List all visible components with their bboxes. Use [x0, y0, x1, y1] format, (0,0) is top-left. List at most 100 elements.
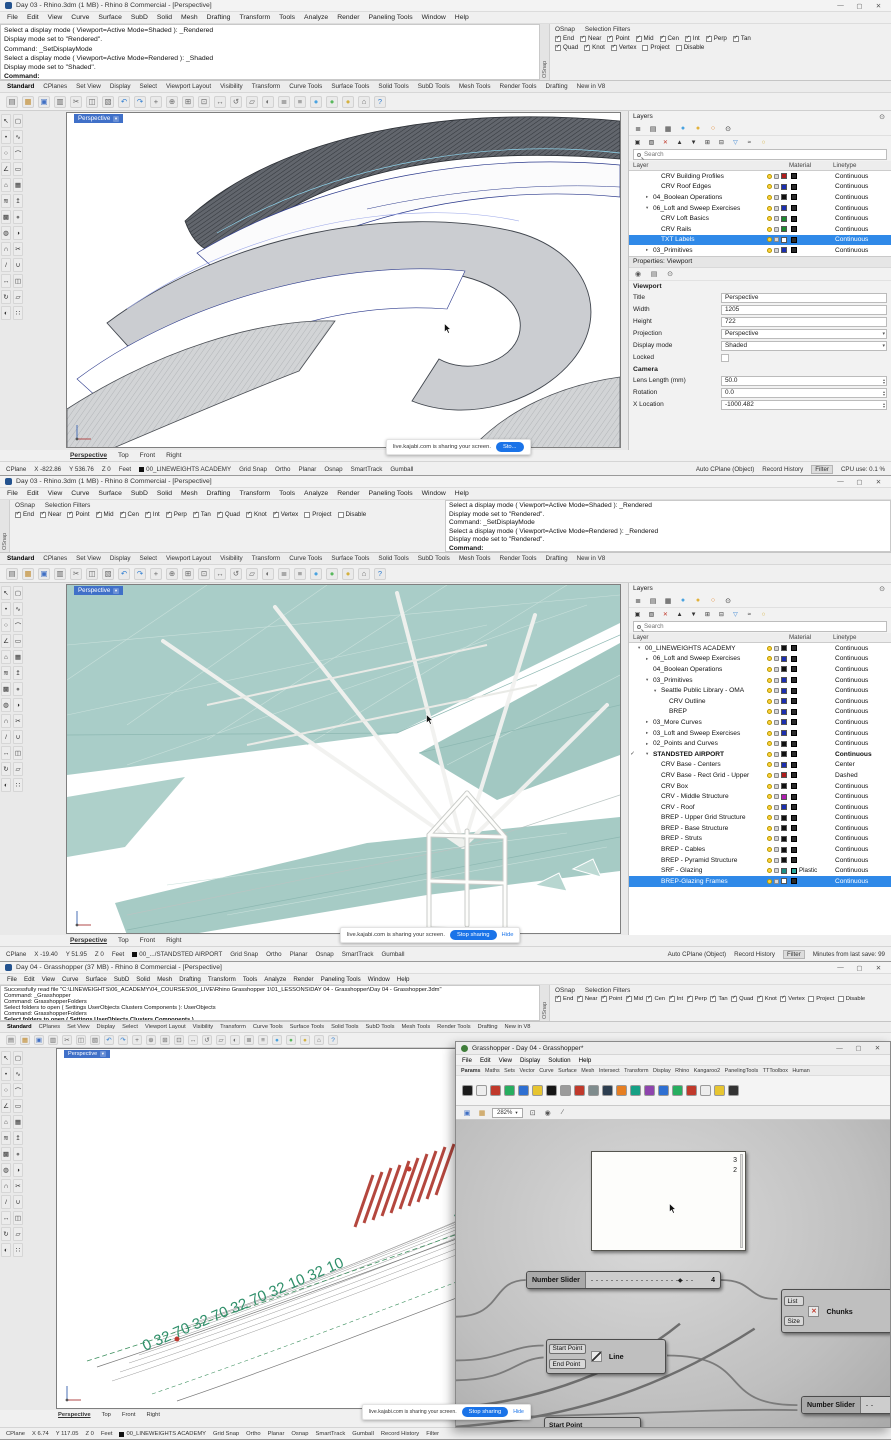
component-category-tab[interactable]: Rhino: [675, 1068, 689, 1074]
sketch-pencil-icon[interactable]: ∕: [558, 1108, 568, 1118]
toolbar-icon[interactable]: ↷: [134, 95, 146, 108]
layer-name[interactable]: CRV Box: [661, 783, 767, 790]
toolbar-tab[interactable]: Display: [97, 1024, 116, 1030]
layer-linetype[interactable]: Continuous: [835, 655, 889, 662]
toolbar-tab[interactable]: SubD Tools: [366, 1024, 395, 1030]
toolbar-tab[interactable]: Set View: [67, 1024, 89, 1030]
menu-item[interactable]: Curve: [62, 976, 79, 983]
layer-row[interactable]: ✓ 04_Boolean Operations Continuous: [629, 664, 891, 675]
layer-linetype[interactable]: Continuous: [835, 846, 889, 853]
lock-icon[interactable]: [774, 825, 779, 831]
layer-name[interactable]: CRV Rails: [661, 226, 767, 233]
tool-icon[interactable]: ↻: [1, 762, 11, 776]
layer-name[interactable]: STANDSTED AIRPORT: [653, 751, 767, 758]
tool-icon[interactable]: ▩: [1, 210, 11, 224]
toolbar-icon[interactable]: ⊕: [166, 567, 178, 580]
layer-color-swatch[interactable]: [781, 761, 787, 768]
layer-color-swatch[interactable]: [781, 751, 787, 758]
property-input[interactable]: 0.0: [721, 388, 887, 398]
component-input[interactable]: Size: [783, 1316, 804, 1326]
osnap-checkbox[interactable]: ✓ Perp: [705, 35, 727, 42]
toolbar-tab[interactable]: Visibility: [220, 83, 243, 90]
toolbar-tab[interactable]: Drafting: [478, 1024, 498, 1030]
status-item[interactable]: 00_LINEWEIGHTS ACADEMY: [139, 466, 231, 473]
visibility-bulb-icon[interactable]: [767, 730, 772, 736]
osnap-checkbox[interactable]: ✓ Mid: [635, 35, 654, 42]
maximize-icon[interactable]: ▢: [852, 964, 867, 972]
menu-item[interactable]: Surface: [98, 490, 121, 497]
lock-icon[interactable]: [774, 847, 779, 853]
tool-icon[interactable]: ●: [13, 1147, 23, 1161]
toolbar-icon[interactable]: ✂: [62, 1035, 72, 1045]
tool-icon[interactable]: ◐: [1, 1243, 11, 1257]
gear-icon[interactable]: ⊙: [877, 584, 887, 594]
toolbar-icon[interactable]: ▥: [48, 1035, 58, 1045]
chevron-down-icon[interactable]: ▾: [100, 1051, 106, 1057]
layer-row[interactable]: ✓ ▸ 03_Primitives Continuous: [629, 245, 891, 256]
column-material[interactable]: Material: [789, 634, 833, 641]
expand-arrow-icon[interactable]: ▾: [646, 205, 653, 211]
viewport-tab[interactable]: Right: [166, 452, 181, 459]
layer-tool-icon[interactable]: ≈: [745, 138, 754, 147]
layer-name[interactable]: 03_Loft and Sweep Exercises: [653, 730, 767, 737]
layer-name[interactable]: 00_LINEWEIGHTS ACADEMY: [645, 645, 767, 652]
status-item[interactable]: Z 0: [95, 951, 104, 958]
property-input[interactable]: -1000.482: [721, 400, 887, 410]
layer-linetype[interactable]: Continuous: [835, 783, 889, 790]
property-input[interactable]: 722: [721, 317, 887, 327]
tool-icon[interactable]: ✂: [13, 714, 23, 728]
layer-linetype[interactable]: Continuous: [835, 740, 889, 747]
toolbar-icon[interactable]: ↺: [230, 95, 242, 108]
viewport-canvas[interactable]: Perspective ▾: [66, 584, 621, 934]
layer-search[interactable]: [633, 149, 887, 160]
toolbar-tab[interactable]: Solid Tools: [331, 1024, 358, 1030]
tool-icon[interactable]: ▭: [13, 634, 23, 648]
toolbar-icon[interactable]: ▱: [246, 567, 258, 580]
status-item[interactable]: Filter: [811, 464, 833, 474]
toolbar-tab[interactable]: SubD Tools: [418, 83, 450, 90]
layer-linetype[interactable]: Continuous: [835, 687, 889, 694]
toolbar-icon[interactable]: ⊞: [182, 567, 194, 580]
toolbar-tab[interactable]: Standard: [7, 555, 34, 562]
status-item[interactable]: Record History: [381, 1431, 419, 1437]
layer-linetype[interactable]: Continuous: [835, 215, 889, 222]
layer-name[interactable]: 03_Primitives: [653, 247, 767, 254]
tool-icon[interactable]: ○: [1, 146, 11, 160]
toolbar-tab[interactable]: Render Tools: [437, 1024, 470, 1030]
layer-row[interactable]: ✓ ▸ 04_Boolean Operations Continuous: [629, 192, 891, 203]
menu-item[interactable]: SubD: [131, 490, 148, 497]
lock-icon[interactable]: [774, 645, 779, 651]
toolbar-tab[interactable]: Display: [110, 555, 131, 562]
layer-color-swatch[interactable]: [781, 236, 787, 243]
menu-item[interactable]: Surface: [85, 976, 106, 983]
component-icon[interactable]: [630, 1085, 641, 1096]
menu-item[interactable]: Analyze: [304, 14, 328, 21]
osnap-checkbox[interactable]: ✓ Project: [304, 511, 332, 518]
osnap-label[interactable]: OSnap: [555, 987, 575, 994]
component-category-tab[interactable]: TTToolbox: [763, 1068, 788, 1074]
toolbar-icon[interactable]: ⊞: [160, 1035, 170, 1045]
layer-linetype[interactable]: Continuous: [835, 804, 889, 811]
layer-linetype[interactable]: Continuous: [835, 698, 889, 705]
layer-linetype[interactable]: Continuous: [835, 205, 889, 212]
toolbar-icon[interactable]: ●: [286, 1035, 296, 1045]
layer-color-swatch[interactable]: [781, 804, 787, 811]
component-icon[interactable]: [504, 1085, 515, 1096]
tool-icon[interactable]: ↖: [1, 114, 11, 128]
toolbar-icon[interactable]: ▱: [246, 95, 258, 108]
osnap-checkbox[interactable]: ✓ Tan: [192, 511, 211, 518]
toolbar-tab[interactable]: Surface Tools: [331, 555, 369, 562]
toolbar-tab[interactable]: Set View: [76, 555, 101, 562]
tool-icon[interactable]: ◑: [13, 226, 23, 240]
expand-arrow-icon[interactable]: ▸: [646, 247, 653, 253]
layer-tool-icon[interactable]: ✕: [661, 138, 670, 147]
viewport-tab[interactable]: Perspective: [70, 937, 107, 944]
layer-color-swatch[interactable]: [781, 857, 787, 864]
layer-name[interactable]: 06_Loft and Sweep Exercises: [653, 205, 767, 212]
toolbar-icon[interactable]: ▦: [22, 567, 34, 580]
visibility-bulb-icon[interactable]: [767, 847, 772, 853]
menu-item[interactable]: Transform: [239, 490, 270, 497]
toolbar-icon[interactable]: ▥: [54, 567, 66, 580]
tool-icon[interactable]: ◍: [1, 226, 11, 240]
toolbar-icon[interactable]: ⌂: [358, 95, 370, 108]
